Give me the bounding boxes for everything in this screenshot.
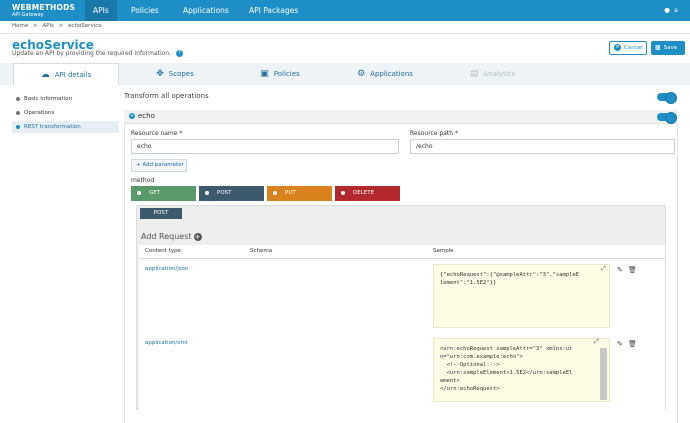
tab-applications[interactable]: ⚙ Applications	[350, 63, 420, 85]
radio-icon	[205, 190, 209, 195]
tab-label: Scopes	[168, 70, 194, 78]
bullet-icon	[16, 124, 20, 129]
divider	[0, 33, 690, 34]
content-type-xml[interactable]: application/xml	[145, 340, 187, 346]
column-header-content-type: Content type	[145, 248, 181, 254]
method-label-delete: DELETE	[353, 190, 375, 196]
edit-icon[interactable]: ✎	[617, 340, 623, 348]
nav-apis[interactable]: APIs	[85, 0, 117, 21]
tab-api-details[interactable]: ☁ API details	[13, 63, 119, 85]
resource-path-input[interactable]: /echo	[410, 139, 675, 154]
breadcrumb-home[interactable]: Home	[12, 23, 28, 29]
sample-json-textarea[interactable]: {"echoRequest":{"@sampleAttr":"3","sampl…	[433, 264, 610, 328]
page-subtitle: Update an API by providing the required …	[12, 50, 183, 57]
sample-xml-textarea[interactable]: <urn:echoRequest sampleAttr="3" xmlns:ur…	[433, 338, 610, 402]
scopes-icon: ✥	[156, 69, 164, 79]
tab-label: Policies	[273, 70, 300, 78]
cloud-icon: ☁	[40, 70, 50, 80]
column-header-sample: Sample	[433, 248, 454, 254]
sample-xml-scrollbar[interactable]	[600, 348, 607, 400]
sidebar-item-operations[interactable]: Operations	[12, 107, 119, 119]
add-request-label: Add Request	[141, 232, 192, 241]
method-delete-button[interactable]: DELETE	[335, 186, 400, 201]
resource-panel-header[interactable]	[124, 110, 678, 124]
radio-icon	[137, 190, 141, 195]
method-label-post: POST	[217, 190, 232, 196]
method-put-button[interactable]: PUT	[267, 186, 332, 201]
delete-icon[interactable]: 🗑	[628, 266, 637, 274]
brand-subtitle: API Gateway	[12, 12, 44, 18]
add-request-icon[interactable]: +	[193, 232, 202, 241]
resource-name-text: echo	[138, 112, 155, 120]
save-label: Save	[663, 45, 678, 51]
transform-all-toggle[interactable]	[657, 92, 677, 104]
breadcrumb-separator: >	[58, 23, 64, 29]
tab-analytics: ▤ Analytics	[460, 63, 525, 85]
radio-icon	[273, 190, 277, 195]
plus-icon: +	[136, 162, 141, 168]
tab-label: Analytics	[483, 70, 516, 78]
brand-name: WEBMETHODS	[12, 3, 76, 12]
cancel-icon: ×	[614, 44, 621, 51]
save-button[interactable]: ▩ Save	[651, 41, 685, 55]
breadcrumb-current: echoService	[68, 23, 102, 29]
column-header-schema: Schema	[250, 248, 273, 254]
chart-icon: ▤	[469, 69, 479, 79]
bullet-icon	[16, 110, 20, 115]
resource-path-label: Resource path *	[410, 130, 458, 137]
method-label-get: GET	[149, 190, 161, 196]
sidebar-item-label: Operations	[24, 110, 55, 116]
method-label: method	[131, 177, 155, 184]
content-type-json[interactable]: application/json	[145, 266, 188, 272]
method-post-button[interactable]: POST	[199, 186, 264, 201]
breadcrumb-separator: >	[33, 23, 38, 29]
sidebar-item-basic-information[interactable]: Basic information	[12, 93, 119, 105]
bullet-icon	[16, 96, 20, 101]
breadcrumb-apis[interactable]: APIs	[42, 23, 54, 29]
nav-policies[interactable]: Policies	[123, 0, 167, 21]
gears-icon: ⚙	[357, 69, 366, 79]
expand-icon[interactable]: ⤢	[594, 338, 599, 346]
delete-icon[interactable]: 🗑	[628, 340, 637, 348]
transform-all-label: Transform all operations	[124, 92, 209, 100]
expand-icon[interactable]: +	[129, 113, 135, 119]
nav-api-packages[interactable]: API Packages	[241, 0, 306, 21]
user-name: a	[674, 6, 678, 14]
active-method-badge: POST	[140, 208, 182, 219]
resource-toggle[interactable]	[657, 112, 677, 124]
add-parameter-button[interactable]: + Add parameter	[131, 159, 187, 172]
method-get-button[interactable]: GET	[131, 186, 196, 201]
tab-policies[interactable]: ▣ Policies	[250, 63, 310, 85]
sidebar-item-label: REST transformation	[24, 124, 81, 130]
subtitle-text: Update an API by providing the required …	[12, 50, 172, 57]
tab-scopes[interactable]: ✥ Scopes	[140, 63, 210, 85]
help-icon[interactable]: ?	[175, 50, 183, 57]
edit-icon[interactable]: ✎	[617, 266, 623, 274]
nav-applications[interactable]: Applications	[175, 0, 237, 21]
method-label-put: PUT	[285, 190, 296, 196]
resource-panel-title: + echo	[129, 112, 155, 120]
table-header-divider	[139, 258, 665, 259]
add-request[interactable]: Add Request +	[141, 232, 202, 241]
expand-icon[interactable]: ⤢	[601, 265, 606, 273]
user-icon: ●	[664, 6, 670, 14]
cancel-label: Cancel	[624, 45, 643, 51]
add-parameter-label: Add parameter	[142, 162, 184, 168]
lock-icon: ▣	[260, 69, 269, 79]
save-icon: ▩	[655, 44, 661, 51]
tab-label: Applications	[370, 70, 413, 78]
radio-icon	[341, 190, 345, 195]
cancel-button[interactable]: × Cancel	[609, 41, 647, 55]
user-menu[interactable]: ● a	[664, 0, 678, 21]
resource-name-input[interactable]: echo	[131, 139, 399, 154]
sidebar-item-rest-transformation[interactable]: REST transformation	[12, 121, 119, 133]
resource-name-label: Resource name *	[131, 130, 183, 137]
tab-label: API details	[54, 71, 92, 79]
sidebar-item-label: Basic information	[24, 96, 73, 102]
breadcrumb: Home > APIs > echoService	[12, 23, 105, 29]
